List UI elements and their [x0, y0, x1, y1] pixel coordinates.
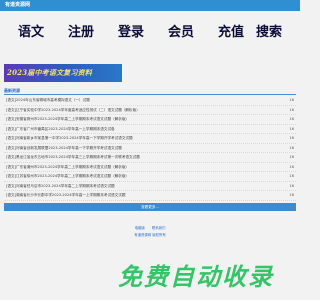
footer-links: 电脑版 联系我们 — [0, 225, 300, 231]
list-item-count: 16 — [289, 136, 294, 140]
list-item-title[interactable]: [语文]江苏省徐州市2023-2024学年高二上学期期末考试语文试题（解析版） — [6, 173, 129, 179]
main-nav: 语文 注册 登录 会员 充值 搜索 — [0, 20, 300, 48]
site-title[interactable]: 有道资源网 — [5, 1, 30, 10]
promo-banner[interactable]: 2023届中考语文复习资料 — [4, 64, 122, 82]
footer-link-desktop[interactable]: 电脑版 — [135, 226, 145, 230]
banner-text: 2023届中考语文复习资料 — [7, 68, 93, 77]
list-item-count: 16 — [289, 164, 294, 169]
list-item-count: 16 — [289, 126, 294, 131]
list-item-count: 16 — [289, 107, 294, 112]
list-item[interactable]: [语文]2024年山东省聊城市高考模拟语文（一）试题 16 — [4, 96, 296, 106]
list-item-title[interactable]: [语文]河南省驻马店市2023-2024学年高二上学期期末考试语文试题 — [6, 183, 115, 189]
list-item[interactable]: [语文]江苏省徐州市2023-2024学年高二上学期期末考试语文试题（解析版） 1… — [4, 172, 296, 182]
footer-copyright: 有道资源网 版权所有 — [134, 233, 166, 237]
list-item[interactable]: [语文]河南省驻马店市2023-2024学年高二上学期期末考试语文试题 16 — [4, 182, 296, 191]
nav-item-chinese[interactable]: 语文 — [6, 23, 56, 43]
list-item[interactable]: [语文]辽宁省实验中学2023-2024学年度高考适应性测试（二）语文试题（解析… — [4, 106, 296, 115]
nav-item-search[interactable]: 搜索 — [244, 23, 294, 43]
list-item-title[interactable]: [语文]辽宁省实验中学2023-2024学年度高考适应性测试（二）语文试题（解析… — [6, 107, 140, 113]
list-item-title[interactable]: [语文]河南省新乡市某县第一中学2023-2024学年高一下学期开学考试语文试题 — [6, 135, 133, 141]
list-item-title[interactable]: [语文]广东省广州市番禺区2023-2024学年高一上学期期末语文试卷 — [6, 126, 115, 132]
list-item-count: 16 — [289, 117, 294, 121]
footer-link-contact[interactable]: 联系我们 — [152, 226, 166, 230]
list-item-title[interactable]: [语文]广东省潮州市2023-2024学年高二上学期期末考试语文试题（解析版） — [6, 164, 129, 170]
list-item-count: 16 — [289, 98, 294, 102]
top-header-bar: 有道资源网 — [0, 0, 300, 11]
list-item[interactable]: [语文]广东省潮州市2023-2024学年高二上学期期末考试语文试题（解析版） 1… — [4, 163, 296, 172]
nav-item-register[interactable]: 注册 — [56, 23, 106, 43]
list-item[interactable]: [语文]安徽省滁州市2023-2024学年高二上学期期末考试语文试题（解析版） 1… — [4, 115, 296, 125]
section-divider — [4, 94, 296, 95]
watermark-text: 免费自动收录 — [118, 263, 274, 291]
resource-list: [语文]2024年山东省聊城市高考模拟语文（一）试题 16 [语文]辽宁省实验中学… — [4, 96, 296, 201]
list-item-title[interactable]: [语文]安徽省滁州市2023-2024学年高二上学期期末考试语文试题（解析版） — [6, 116, 129, 122]
list-item-count: 16 — [289, 145, 294, 150]
list-item[interactable]: [语文]黑龙江省龙东五地市2023-2024学年高三上学期期末考试第一次联考语文… — [4, 153, 296, 163]
list-item-count: 16 — [289, 193, 294, 197]
list-item-title[interactable]: [语文]河南省创新发展联盟2023-2024学年高一下学期开学考试语文试题 — [6, 145, 122, 151]
list-item-title[interactable]: [语文]2024年山东省聊城市高考模拟语文（一）试题 — [6, 97, 90, 103]
list-item-title[interactable]: [语文]黑龙江省龙东五地市2023-2024学年高三上学期期末考试第一次联考语文… — [6, 154, 140, 160]
view-more-button[interactable]: 查看更多... — [4, 203, 296, 211]
list-item[interactable]: [语文]河南省新乡市某县第一中学2023-2024学年高一下学期开学考试语文试题… — [4, 134, 296, 144]
list-item-count: 16 — [289, 183, 294, 188]
list-item[interactable]: [语文]广东省广州市番禺区2023-2024学年高一上学期期末语文试卷 16 — [4, 125, 296, 134]
list-item-count: 16 — [289, 174, 294, 178]
list-item[interactable]: [语文]河南省创新发展联盟2023-2024学年高一下学期开学考试语文试题 16 — [4, 144, 296, 153]
list-item-title[interactable]: [语文]湖南省长沙市长郡中学2023-2024学年高一上学期期末考试语文试题 — [6, 192, 125, 198]
nav-item-member[interactable]: 会员 — [156, 23, 206, 43]
nav-item-login[interactable]: 登录 — [106, 23, 156, 43]
list-item-count: 16 — [289, 155, 294, 159]
list-item[interactable]: [语文]湖南省长沙市长郡中学2023-2024学年高一上学期期末考试语文试题 16 — [4, 191, 296, 201]
view-more-label: 查看更多... — [141, 205, 159, 209]
